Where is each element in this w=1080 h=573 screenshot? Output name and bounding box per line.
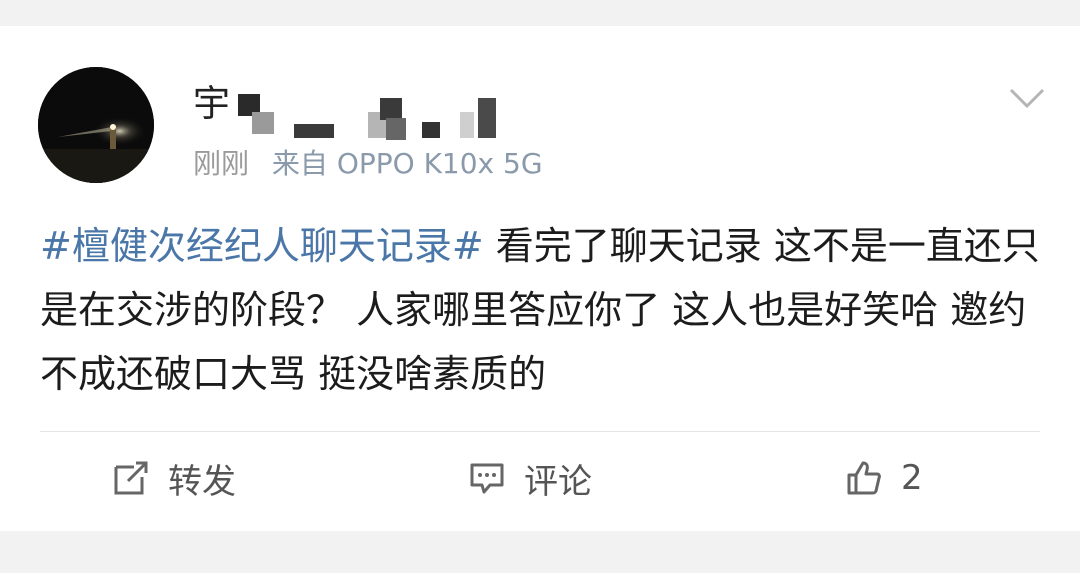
- weibo-post-card: 宇 刚刚 来自 OPPO K10x 5G #檀健次经纪人聊天记录# 看完了聊天记…: [0, 26, 1080, 531]
- divider: [40, 431, 1040, 432]
- comment-icon: [470, 463, 504, 494]
- avatar[interactable]: [38, 67, 154, 183]
- chevron-down-icon[interactable]: [1008, 86, 1046, 110]
- comment-button[interactable]: 评论: [468, 456, 592, 502]
- username[interactable]: 宇: [193, 82, 230, 126]
- post-meta: 刚刚 来自 OPPO K10x 5G: [193, 146, 543, 182]
- repost-icon: [114, 461, 148, 495]
- repost-button[interactable]: 转发: [112, 456, 236, 502]
- post-body: #檀健次经纪人聊天记录# 看完了聊天记录 这不是一直还只是在交涉的阶段？ 人家哪…: [40, 214, 1050, 406]
- post-time: 刚刚: [193, 147, 250, 180]
- post-source: 来自 OPPO K10x 5G: [271, 147, 543, 180]
- hashtag-link[interactable]: #檀健次经纪人聊天记录#: [40, 224, 484, 268]
- comment-label: 评论: [524, 461, 592, 502]
- night-lighthouse-icon: [38, 67, 154, 183]
- repost-label: 转发: [168, 461, 236, 502]
- thumbs-up-icon: [847, 461, 881, 495]
- like-button[interactable]: 2: [845, 456, 923, 500]
- like-count: 2: [901, 458, 923, 498]
